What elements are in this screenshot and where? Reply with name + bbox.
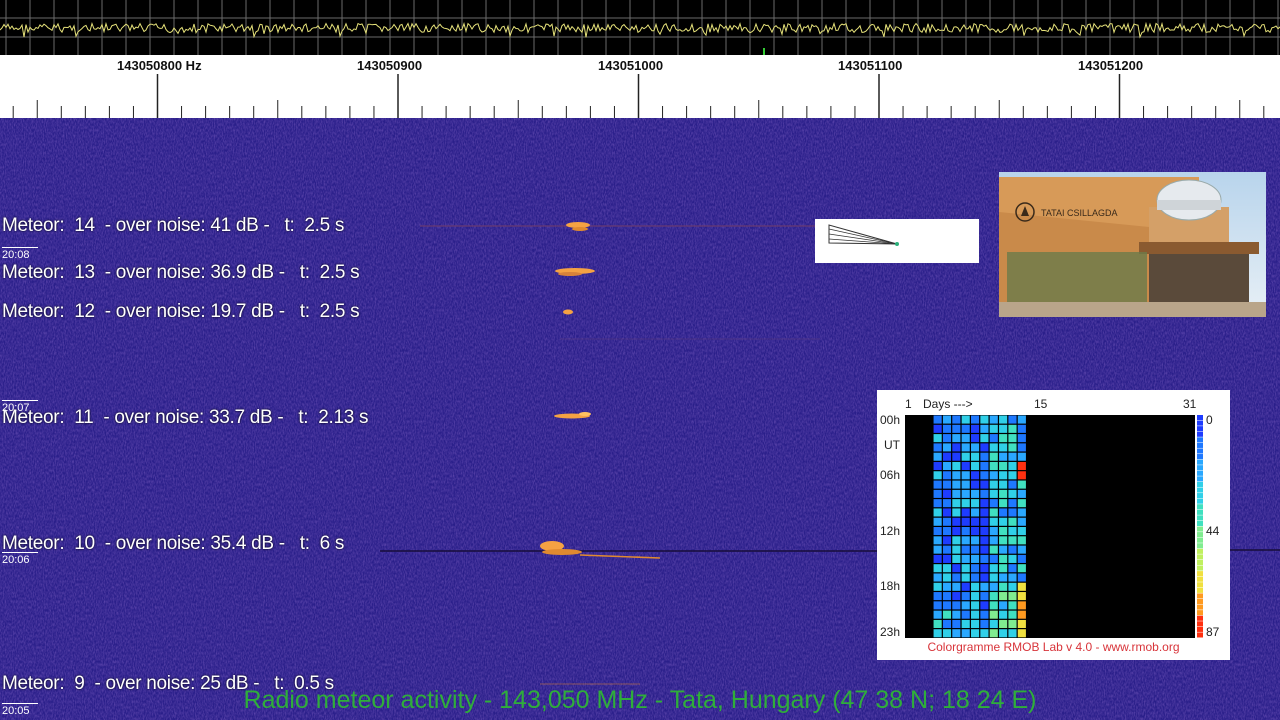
spectrum-trace-plot — [0, 0, 1280, 55]
meteor-echo-12 — [563, 309, 573, 315]
meteor-label-13: Meteor: 13 - over noise: 36.9 dB - t: 2.… — [2, 262, 360, 283]
freq-tick-label: 143051000 — [598, 58, 664, 73]
time-mark: 20:08 — [2, 247, 38, 261]
meteor-label-14: Meteor: 14 - over noise: 41 dB - t: 2.5 … — [2, 215, 345, 236]
cg-footer: Colorgramme RMOB Lab v 4.0 - www.rmob.or… — [927, 640, 1180, 654]
rmob-colorgramme: 1 Days ---> 15 31 00h UT 06h 12h 18h 23h… — [877, 390, 1230, 660]
observatory-photo: TATAI CSILLAGDA — [999, 172, 1266, 317]
spectrum-trace-panel — [0, 0, 1280, 55]
meteor-label-12: Meteor: 12 - over noise: 19.7 dB - t: 2.… — [2, 301, 360, 322]
freq-tick-label: 143051100 — [838, 58, 903, 73]
observatory-sign: TATAI CSILLAGDA — [1041, 208, 1118, 218]
observatory-photo-image: TATAI CSILLAGDA — [999, 172, 1266, 317]
time-mark: 20:06 — [2, 552, 38, 566]
caption-footer: Radio meteor activity - 143,050 MHz - Ta… — [243, 686, 1037, 714]
freq-tick-label: 143050800 Hz — [117, 58, 202, 73]
meteor-label-10: Meteor: 10 - over noise: 35.4 dB - t: 6 … — [2, 533, 345, 554]
meteor-label-11: Meteor: 11 - over noise: 33.7 dB - t: 2.… — [2, 407, 369, 428]
time-mark: 20:07 — [2, 400, 38, 414]
frequency-ruler: 143050800 Hz 143050900 143051000 1430511… — [0, 55, 1280, 118]
freq-tick-label: 143050900 — [357, 58, 423, 73]
freq-tick-label: 143051200 — [1078, 58, 1144, 73]
radiant-cone-icon — [828, 224, 899, 246]
radiant-indicator — [815, 219, 979, 263]
cg-grid — [905, 415, 1203, 638]
